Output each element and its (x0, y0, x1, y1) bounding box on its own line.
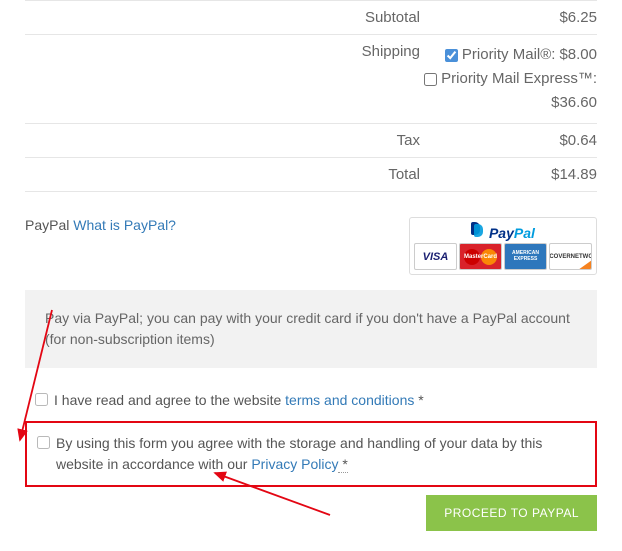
total-value: $14.89 (420, 166, 597, 183)
terms-consent-row: I have read and agree to the website ter… (25, 386, 597, 415)
shipping-opt2-price: $36.60 (420, 91, 597, 115)
shipping-opt2-checkbox[interactable] (424, 73, 437, 86)
paypal-info-text: Pay via PayPal; you can pay with your cr… (25, 290, 597, 368)
visa-card-icon: VISA (414, 243, 457, 270)
tax-row: Tax $0.64 (25, 124, 597, 158)
order-totals: Subtotal $6.25 Shipping Priority Mail®: … (25, 0, 597, 192)
shipping-opt1-label: Priority Mail®: (462, 43, 556, 67)
total-row: Total $14.89 (25, 158, 597, 192)
shipping-option-1[interactable]: Priority Mail®: $8.00 (420, 43, 597, 67)
subtotal-label: Subtotal (25, 9, 420, 26)
terms-checkbox[interactable] (35, 393, 48, 406)
subtotal-row: Subtotal $6.25 (25, 1, 597, 35)
what-is-paypal-link[interactable]: What is PayPal? (73, 217, 176, 233)
shipping-opt2-label: Priority Mail Express™: (441, 67, 597, 91)
paypal-cards-box: PayPal VISA MasterCard AMERICAN EXPRESS … (409, 217, 597, 275)
payment-method-name: PayPal What is PayPal? (25, 217, 176, 233)
shipping-opt1-price: $8.00 (559, 43, 597, 67)
tax-value: $0.64 (420, 132, 597, 149)
subtotal-value: $6.25 (420, 9, 597, 26)
amex-card-icon: AMERICAN EXPRESS (504, 243, 547, 270)
privacy-link[interactable]: Privacy Policy (251, 456, 338, 472)
discover-card-icon: DISCOVERNETWORK (549, 243, 592, 270)
shipping-row: Shipping Priority Mail®: $8.00 Priority … (25, 35, 597, 124)
privacy-checkbox[interactable] (37, 436, 50, 449)
privacy-consent-row: By using this form you agree with the st… (25, 421, 597, 487)
terms-link[interactable]: terms and conditions (285, 392, 414, 408)
shipping-option-2[interactable]: Priority Mail Express™: (420, 67, 597, 91)
mastercard-icon: MasterCard (459, 243, 502, 270)
shipping-opt1-checkbox[interactable] (445, 49, 458, 62)
tax-label: Tax (25, 132, 420, 149)
proceed-to-paypal-button[interactable]: PROCEED TO PAYPAL (426, 495, 597, 531)
paypal-logo-icon: PayPal (471, 222, 535, 241)
shipping-label: Shipping (25, 43, 420, 115)
total-label: Total (25, 166, 420, 183)
terms-text: I have read and agree to the website (54, 392, 285, 408)
